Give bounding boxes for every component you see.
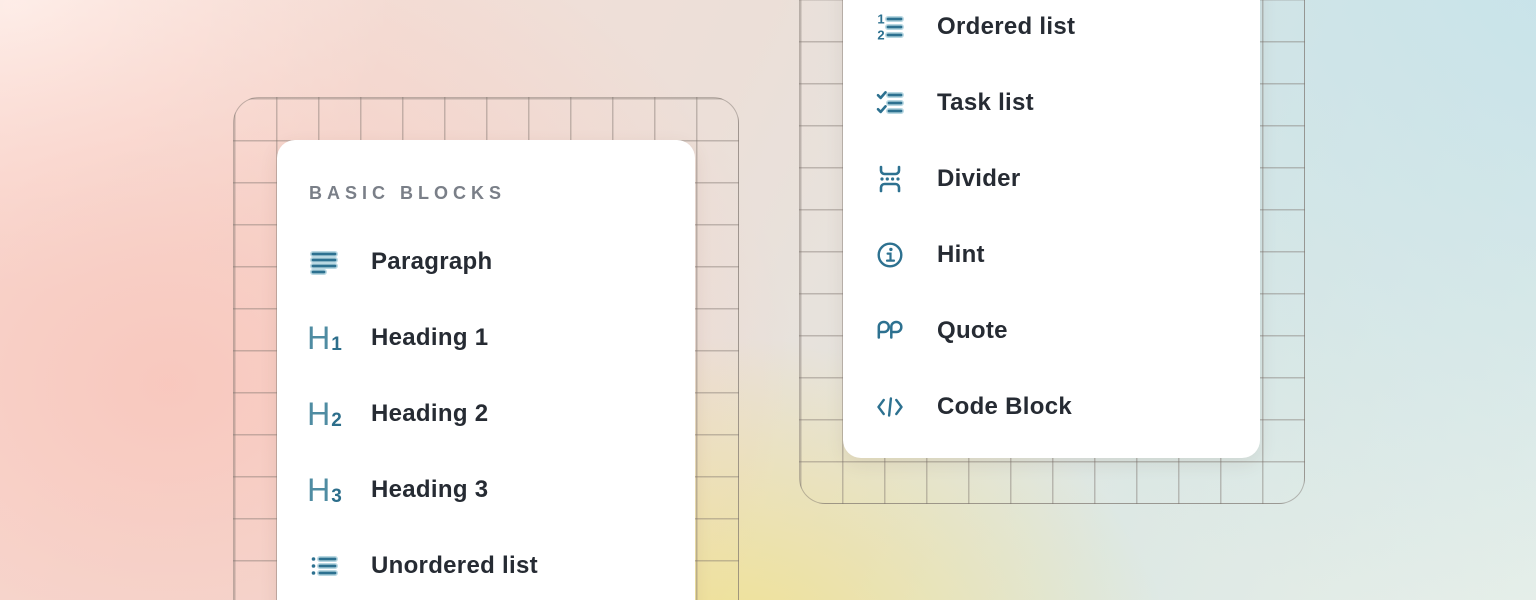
menu-item-label: Quote (937, 317, 1008, 345)
menu-item-label: Heading 3 (371, 476, 488, 504)
menu-item-heading-3[interactable]: H3 Heading 3 (277, 452, 695, 528)
menu-item-label: Unordered list (371, 552, 538, 580)
paragraph-icon (309, 245, 339, 279)
menu-item-label: Task list (937, 89, 1034, 117)
menu-item-list: Paragraph H1 Heading 1 H2 Heading 2 H3 Heading… (277, 224, 695, 600)
heading-level: 2 (331, 411, 342, 430)
menu-item-paragraph[interactable]: Paragraph (277, 224, 695, 300)
menu-item-code-block[interactable]: Code Block (843, 369, 1260, 445)
heading-letter: H1 (307, 322, 341, 354)
menu-item-label: Ordered list (937, 13, 1075, 41)
menu-item-label: Hint (937, 241, 985, 269)
code-block-icon (875, 390, 905, 424)
quote-icon (875, 314, 905, 348)
menu-item-label: Divider (937, 165, 1020, 193)
heading-level: 3 (331, 487, 342, 506)
section-title: BASIC BLOCKS (309, 184, 695, 202)
menu-item-label: Code Block (937, 393, 1072, 421)
ordered-list-icon: 12 (875, 10, 905, 44)
menu-item-heading-1[interactable]: H1 Heading 1 (277, 300, 695, 376)
heading-letter: H2 (307, 398, 341, 430)
menu-item-list: 12 Ordered list Task list Divider Hint Quote C… (843, 0, 1260, 445)
menu-item-unordered-list[interactable]: Unordered list (277, 528, 695, 600)
editor-blocks-hero: BASIC BLOCKS Paragraph H1 Heading 1 H2 Headi… (0, 0, 1536, 600)
menu-item-divider[interactable]: Divider (843, 141, 1260, 217)
menu-item-label: Heading 1 (371, 324, 488, 352)
menu-item-task-list[interactable]: Task list (843, 65, 1260, 141)
menu-item-label: Paragraph (371, 248, 492, 276)
block-menu-continued: 12 Ordered list Task list Divider Hint Quote C… (843, 0, 1260, 458)
hint-icon (875, 238, 905, 272)
menu-item-heading-2[interactable]: H2 Heading 2 (277, 376, 695, 452)
heading-level: 1 (331, 335, 342, 354)
svg-text:2: 2 (877, 27, 884, 42)
unordered-list-icon (309, 549, 339, 583)
heading-2-icon: H2 (309, 397, 339, 431)
task-list-icon (875, 86, 905, 120)
divider-icon (875, 162, 905, 196)
menu-item-label: Heading 2 (371, 400, 488, 428)
block-menu-basic-blocks: BASIC BLOCKS Paragraph H1 Heading 1 H2 Headi… (277, 140, 695, 600)
heading-letter: H3 (307, 474, 341, 506)
menu-item-hint[interactable]: Hint (843, 217, 1260, 293)
heading-1-icon: H1 (309, 321, 339, 355)
menu-item-quote[interactable]: Quote (843, 293, 1260, 369)
menu-item-ordered-list[interactable]: 12 Ordered list (843, 0, 1260, 65)
svg-text:1: 1 (877, 12, 884, 27)
heading-3-icon: H3 (309, 473, 339, 507)
